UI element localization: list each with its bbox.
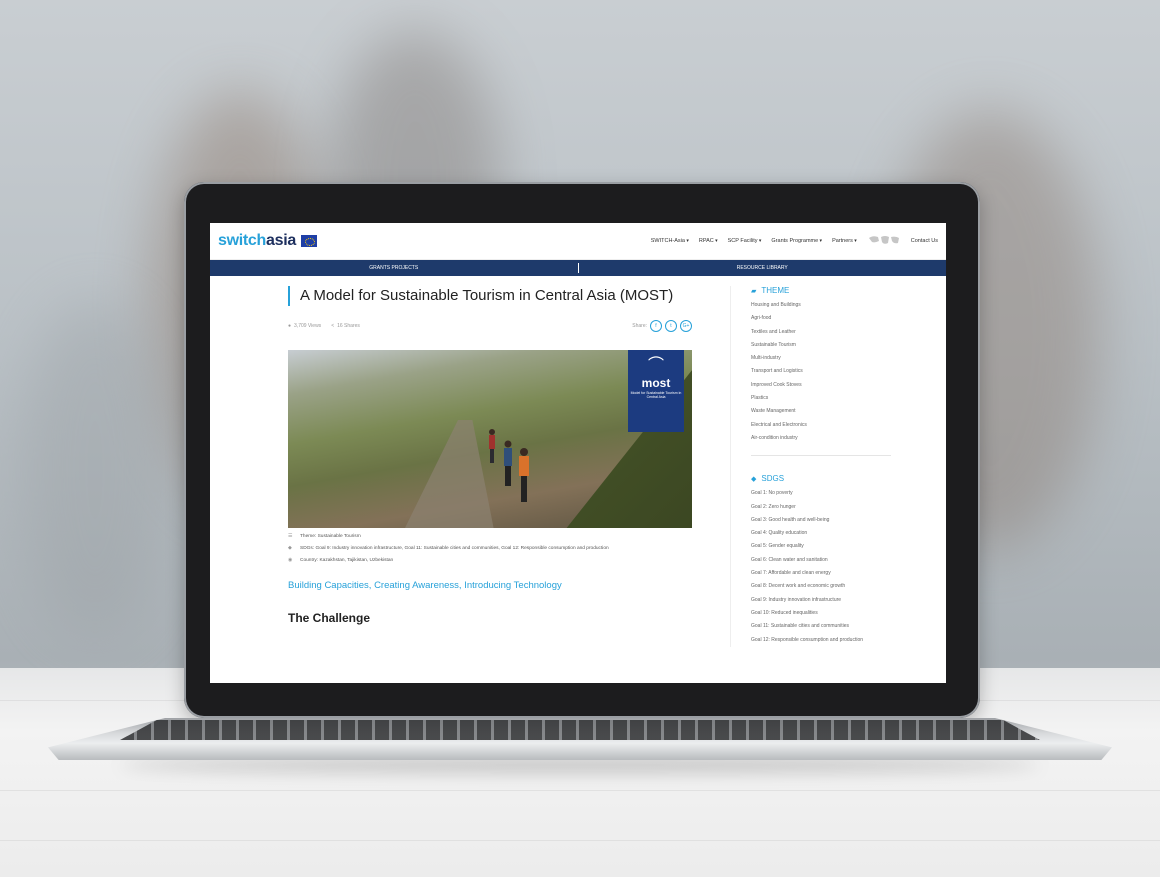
theme-link[interactable]: Electrical and Electronics <box>751 419 911 432</box>
theme-link[interactable]: Agri-food <box>751 312 911 325</box>
eye-icon: ● <box>288 323 292 329</box>
world-map-icon[interactable] <box>867 234 901 248</box>
title-block: A Model for Sustainable Tourism in Centr… <box>288 286 692 306</box>
sdg-link[interactable]: Goal 5: Gender equality <box>751 540 911 553</box>
tag-icon: ◆ <box>288 546 292 551</box>
theme-list: Housing and Buildings Agri-food Textiles… <box>751 299 911 445</box>
nav-item-scp-facility[interactable]: SCP Facility <box>728 238 762 244</box>
laptop-screen: switchasia SWITCH-Asia RPAC SCP Facility… <box>210 223 946 683</box>
desk-plank-line <box>0 840 1160 841</box>
background-blur-person <box>20 300 170 640</box>
sdgs-value: SDGs: Goal 9: Industry innovation infras… <box>300 546 609 551</box>
most-logo-icon: ⌒ <box>647 357 664 374</box>
sdg-link[interactable]: Goal 7: Affordable and clean energy <box>751 567 911 580</box>
handshake-icon: ▰ <box>751 287 757 295</box>
theme-link[interactable]: Air-condition industry <box>751 432 911 445</box>
nav-item-partners[interactable]: Partners <box>832 238 857 244</box>
country-value: Country: Kazakhstan, Tajikistan, Uzbekis… <box>300 558 394 563</box>
article-taxonomy: ☰ Theme: Sustainable Tourism ◆ SDGs: Goal … <box>288 534 692 564</box>
tab-resource-library[interactable]: RESOURCE LIBRARY <box>579 265 947 271</box>
sdg-link[interactable]: Goal 2: Zero hunger <box>751 501 911 514</box>
nav-item-switch-asia[interactable]: SWITCH-Asia <box>651 238 689 244</box>
sdg-link[interactable]: Goal 3: Good health and well-being <box>751 514 911 527</box>
theme-link[interactable]: Waste Management <box>751 405 911 418</box>
list-icon: ☰ <box>288 534 293 539</box>
desk-plank-line <box>0 790 1160 791</box>
theme-link[interactable]: Improved Cook Stoves <box>751 379 911 392</box>
theme-link[interactable]: Housing and Buildings <box>751 299 911 312</box>
laptop-keyboard <box>120 720 1040 740</box>
sdgs-row: ◆ SDGs: Goal 9: Industry innovation infra… <box>288 546 692 552</box>
view-count: 3,709 Views <box>294 323 322 329</box>
sdg-link[interactable]: Goal 12: Responsible consumption and pro… <box>751 634 911 647</box>
theme-heading-label: THEME <box>761 286 790 295</box>
hikers-illustration <box>489 429 529 502</box>
sdg-link[interactable]: Goal 8: Decent work and economic growth <box>751 580 911 593</box>
main-nav: SWITCH-Asia RPAC SCP Facility Grants Pro… <box>651 234 938 248</box>
sdgs-heading: ◆ SDGS <box>751 474 911 483</box>
sdgs-heading-label: SDGS <box>761 474 785 484</box>
google-plus-share-button[interactable]: G+ <box>680 320 692 332</box>
theme-row: ☰ Theme: Sustainable Tourism <box>288 534 692 540</box>
article-subheading: Building Capacities, Creating Awareness,… <box>288 580 562 591</box>
article-hero-image: ⌒ most Model for Sustainable Tourism in … <box>288 350 692 528</box>
most-project-badge: ⌒ most Model for Sustainable Tourism in … <box>628 350 684 432</box>
tab-grants-projects[interactable]: GRANTS PROJECTS <box>210 265 578 271</box>
sdg-link[interactable]: Goal 1: No poverty <box>751 487 911 500</box>
globe-icon: ◉ <box>288 558 293 563</box>
sub-nav-bar: GRANTS PROJECTS RESOURCE LIBRARY <box>210 260 946 276</box>
sdg-link[interactable]: Goal 6: Clean water and sanitation <box>751 554 911 567</box>
nav-item-contact-us[interactable]: Contact Us <box>911 238 938 244</box>
sidebar: ▰ THEME Housing and Buildings Agri-food … <box>730 286 911 647</box>
country-row: ◉ Country: Kazakhstan, Tajikistan, Uzbeki… <box>288 558 692 564</box>
theme-value: Theme: Sustainable Tourism <box>300 534 361 539</box>
share-bar: Share: f t G+ <box>632 320 692 332</box>
sdg-link[interactable]: Goal 11: Sustainable cities and communit… <box>751 620 911 633</box>
article-meta: ● 3,709 Views < 16 Shares Share: f t G+ <box>288 320 692 332</box>
sidebar-divider <box>751 455 891 457</box>
tag-icon: ◆ <box>751 475 757 483</box>
share-count: 16 Shares <box>337 323 360 329</box>
page-title: A Model for Sustainable Tourism in Centr… <box>300 287 674 304</box>
facebook-share-button[interactable]: f <box>650 320 662 332</box>
sdg-link[interactable]: Goal 9: Industry innovation infrastructu… <box>751 594 911 607</box>
sdg-link[interactable]: Goal 10: Reduced inequalities <box>751 607 911 620</box>
share-count-icon: < <box>331 323 335 329</box>
theme-heading: ▰ THEME <box>751 286 911 295</box>
sdgs-list: Goal 1: No poverty Goal 2: Zero hunger G… <box>751 487 911 647</box>
share-label: Share: <box>632 323 647 329</box>
sdg-link[interactable]: Goal 4: Quality education <box>751 527 911 540</box>
site-logo[interactable]: switchasia <box>218 232 296 250</box>
nav-item-rpac[interactable]: RPAC <box>699 238 718 244</box>
theme-link[interactable]: Plastics <box>751 392 911 405</box>
nav-item-grants-programme[interactable]: Grants Programme <box>771 238 822 244</box>
theme-link[interactable]: Multi-industry <box>751 352 911 365</box>
article-main: A Model for Sustainable Tourism in Centr… <box>288 286 692 647</box>
theme-link[interactable]: Sustainable Tourism <box>751 339 911 352</box>
site-header: switchasia SWITCH-Asia RPAC SCP Facility… <box>210 223 946 260</box>
badge-subtitle: Model for Sustainable Tourism in Central… <box>630 391 682 399</box>
section-heading: The Challenge <box>288 611 371 625</box>
badge-word: most <box>641 376 671 390</box>
theme-link[interactable]: Transport and Logistics <box>751 365 911 378</box>
theme-link[interactable]: Textiles and Leather <box>751 326 911 339</box>
twitter-share-button[interactable]: t <box>665 320 677 332</box>
eu-flag-icon <box>300 235 317 247</box>
